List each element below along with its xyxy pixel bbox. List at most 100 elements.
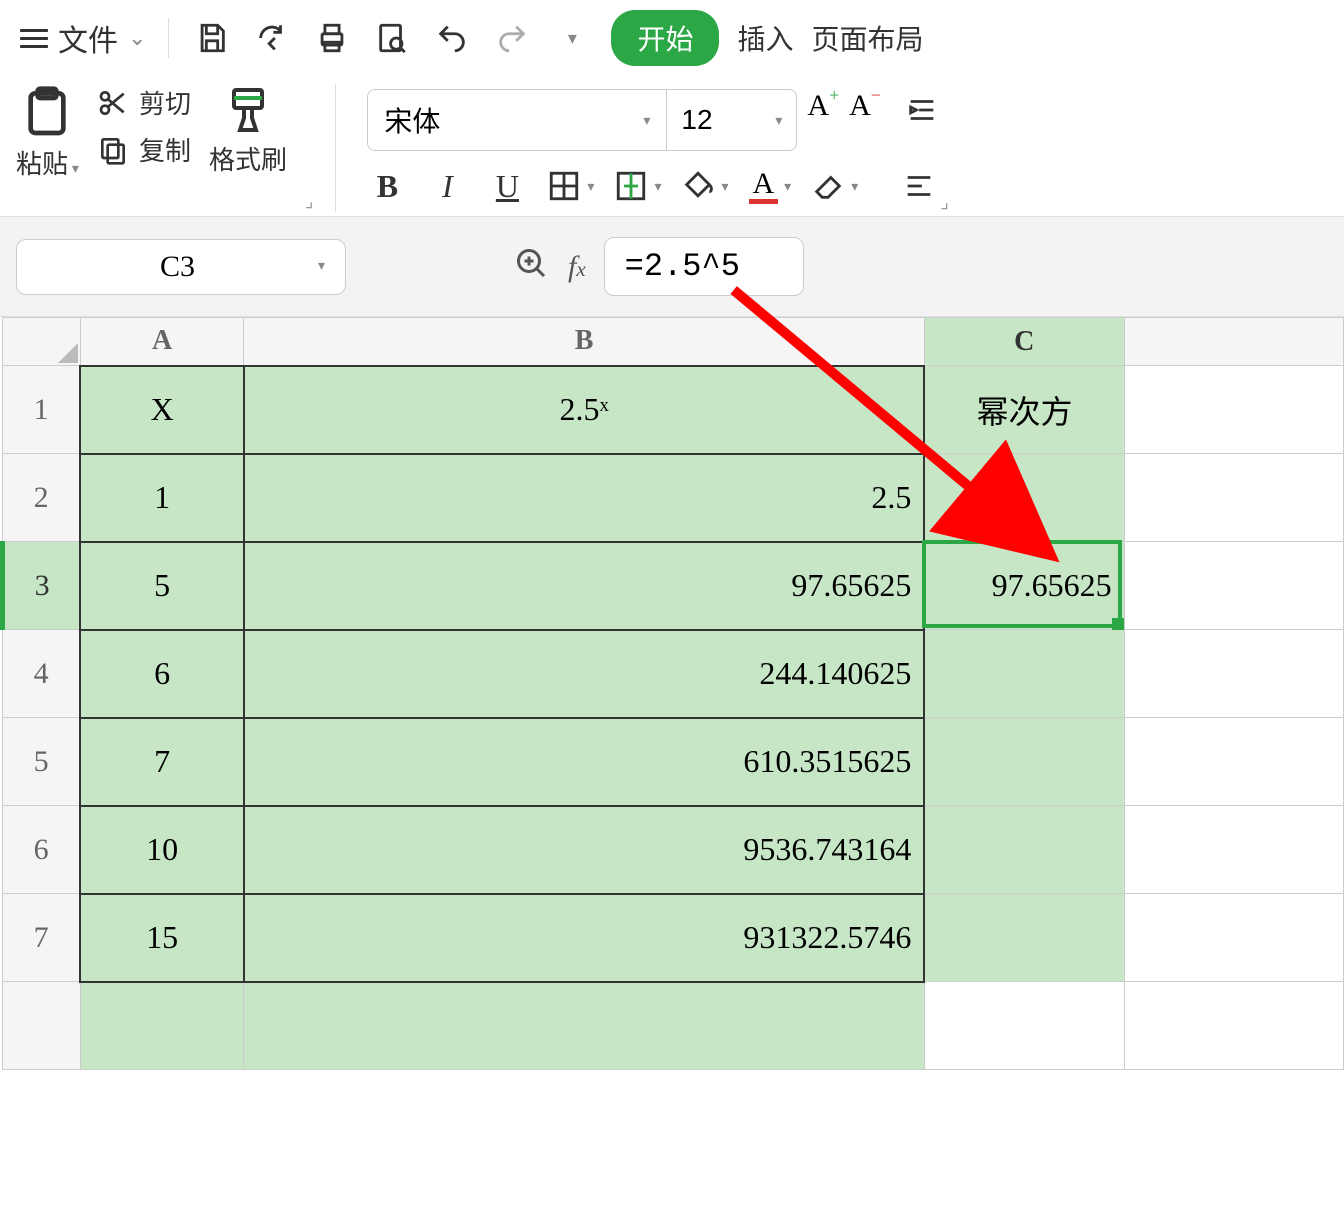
row-header[interactable]: 1 [3, 366, 81, 454]
indent-button[interactable] [901, 89, 943, 131]
eraser-button[interactable]: ▾ [811, 169, 858, 203]
tab-layout[interactable]: 页面布局 [811, 18, 923, 58]
select-all-corner[interactable] [3, 318, 81, 366]
cell-d5[interactable] [1124, 718, 1343, 806]
ribbon: 粘贴 ▾ 剪切 复制 格式刷 ⌟ 宋体 ▾ 12 ▾ A+ A− [0, 76, 1344, 216]
cell-b7[interactable]: 931322.5746 [244, 894, 924, 982]
cell-d3[interactable] [1124, 542, 1343, 630]
row-header[interactable] [3, 982, 81, 1070]
cell-c7[interactable] [924, 894, 1124, 982]
cell-b2[interactable]: 2.5 [244, 454, 924, 542]
cut-button[interactable]: 剪切 [97, 84, 191, 121]
tab-start[interactable]: 开始 [611, 10, 719, 66]
print-button[interactable] [311, 17, 353, 59]
chevron-down-icon: ▾ [775, 112, 782, 129]
tab-insert-label: 插入 [737, 24, 793, 55]
fill-color-button[interactable]: ▾ [681, 169, 728, 203]
cell-a2[interactable]: 1 [80, 454, 244, 542]
bold-button[interactable]: B [367, 168, 407, 205]
merge-button[interactable]: ▾ [614, 169, 661, 203]
qat-more-button[interactable]: ▾ [551, 17, 593, 59]
borders-button[interactable]: ▾ [547, 169, 594, 203]
row-header[interactable]: 2 [3, 454, 81, 542]
copy-label: 复制 [139, 131, 191, 168]
cell-d8[interactable] [1124, 982, 1343, 1070]
underline-button[interactable]: U [487, 168, 527, 205]
file-menu[interactable]: 文件 ⌄ [20, 16, 146, 60]
brush-icon [224, 84, 272, 136]
font-size-select[interactable]: 12 ▾ [667, 89, 797, 151]
format-painter-button[interactable]: 格式刷 [209, 84, 287, 212]
row-header[interactable]: 4 [3, 630, 81, 718]
redo-button[interactable] [491, 17, 533, 59]
italic-button[interactable]: I [427, 168, 467, 205]
cell-b3[interactable]: 97.65625 [244, 542, 924, 630]
cell-b1[interactable]: 2.5ˣ [244, 366, 924, 454]
cell-c4[interactable] [924, 630, 1124, 718]
increase-font-button[interactable]: A+ [807, 89, 829, 151]
cell-b6[interactable]: 9536.743164 [244, 806, 924, 894]
paste-label: 粘贴 [16, 149, 68, 179]
cell-c2[interactable] [924, 454, 1124, 542]
cell-d4[interactable] [1124, 630, 1343, 718]
share-button[interactable] [251, 17, 293, 59]
cut-label: 剪切 [139, 84, 191, 121]
cell-b4[interactable]: 244.140625 [244, 630, 924, 718]
col-header-c[interactable]: C [924, 318, 1124, 366]
cell-c8[interactable] [924, 982, 1124, 1070]
tab-insert[interactable]: 插入 [737, 18, 793, 58]
fx-icon[interactable]: fx [568, 250, 586, 284]
table-row: 5 7 610.3515625 [3, 718, 1344, 806]
cell-a8[interactable] [80, 982, 244, 1070]
col-header-b[interactable]: B [244, 318, 924, 366]
cell-b5[interactable]: 610.3515625 [244, 718, 924, 806]
col-header-a[interactable]: A [80, 318, 244, 366]
cell-c5[interactable] [924, 718, 1124, 806]
cell-c1[interactable]: 幂次方 [924, 366, 1124, 454]
hamburger-icon [20, 24, 48, 53]
font-name-value: 宋体 [384, 100, 440, 140]
col-header-d[interactable] [1124, 318, 1343, 366]
cell-a6[interactable]: 10 [80, 806, 244, 894]
borders-icon [547, 169, 581, 203]
cell-d7[interactable] [1124, 894, 1343, 982]
table-row: 4 6 244.140625 [3, 630, 1344, 718]
paste-button[interactable]: 粘贴 ▾ [16, 84, 79, 212]
font-group: 宋体 ▾ 12 ▾ A+ A− B I U ▾ ▾ [358, 84, 951, 212]
table-row: 7 15 931322.5746 [3, 894, 1344, 982]
row-header[interactable]: 6 [3, 806, 81, 894]
merge-icon [614, 169, 648, 203]
copy-button[interactable]: 复制 [97, 131, 191, 168]
decrease-font-button[interactable]: A− [849, 89, 871, 151]
row-header[interactable]: 3 [3, 542, 81, 630]
cell-a1[interactable]: X [80, 366, 244, 454]
cell-a3[interactable]: 5 [80, 542, 244, 630]
menu-bar: 文件 ⌄ ▾ 开始 插入 页面布局 [0, 0, 1344, 76]
print-preview-button[interactable] [371, 17, 413, 59]
font-launcher[interactable]: ⌟ [940, 192, 948, 213]
name-box[interactable]: C3 ▾ [16, 239, 346, 295]
separator [168, 18, 169, 58]
cell-c6[interactable] [924, 806, 1124, 894]
cell-d2[interactable] [1124, 454, 1343, 542]
zoom-icon[interactable] [514, 246, 550, 287]
font-color-button[interactable]: A ▾ [749, 169, 792, 204]
row-header[interactable]: 5 [3, 718, 81, 806]
cell-a7[interactable]: 15 [80, 894, 244, 982]
formula-input[interactable]: =2.5^5 [604, 237, 804, 296]
cell-c3[interactable]: 97.65625 [924, 542, 1124, 630]
spreadsheet-grid: A B C 1 X 2.5ˣ 幂次方 2 1 2.5 3 5 97.65625 … [0, 317, 1344, 1070]
chevron-down-icon: ▾ [318, 258, 325, 275]
undo-button[interactable] [431, 17, 473, 59]
align-left-button[interactable] [898, 165, 940, 207]
clipboard-launcher[interactable]: ⌟ [305, 191, 313, 212]
format-painter-label: 格式刷 [209, 140, 287, 177]
row-header[interactable]: 7 [3, 894, 81, 982]
cell-a4[interactable]: 6 [80, 630, 244, 718]
cell-b8[interactable] [244, 982, 924, 1070]
save-button[interactable] [191, 17, 233, 59]
cell-a5[interactable]: 7 [80, 718, 244, 806]
font-name-select[interactable]: 宋体 ▾ [367, 89, 667, 151]
cell-d1[interactable] [1124, 366, 1343, 454]
cell-d6[interactable] [1124, 806, 1343, 894]
